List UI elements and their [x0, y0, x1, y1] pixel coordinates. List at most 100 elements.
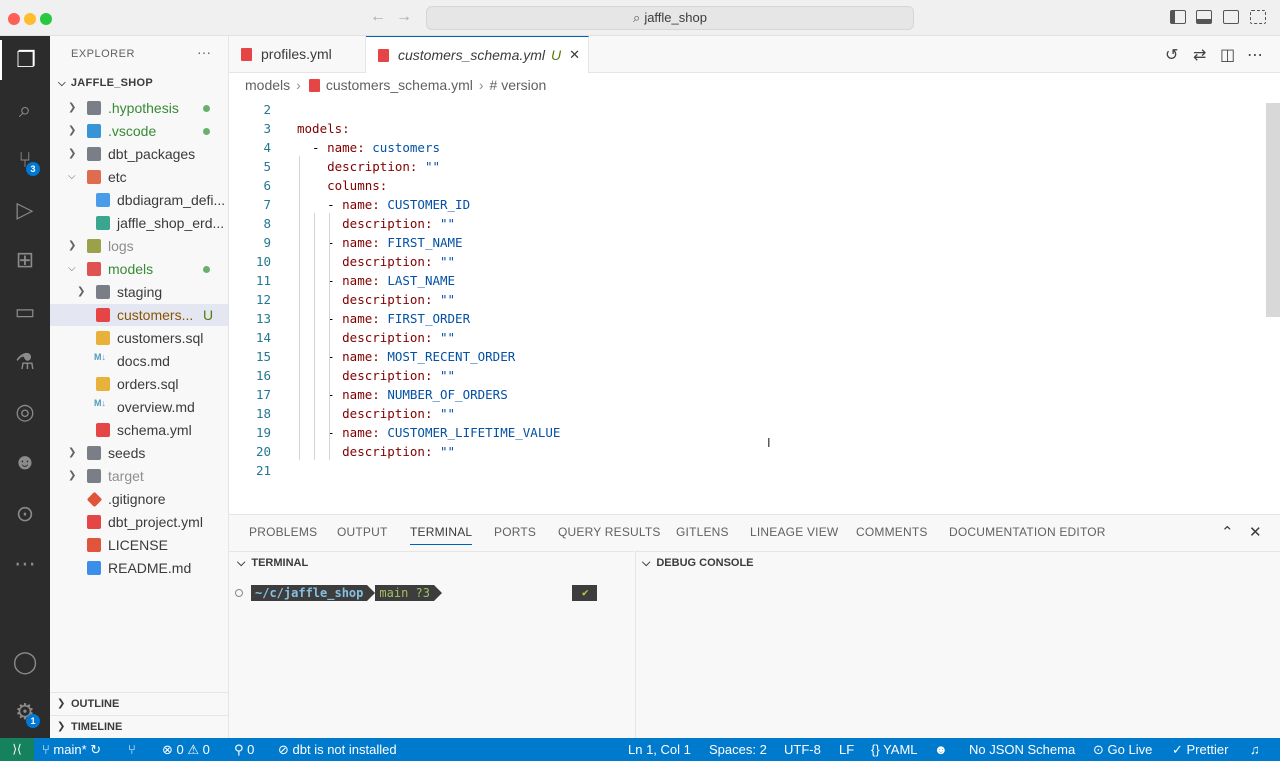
timeline-section[interactable]: ❯ TIMELINE: [50, 715, 228, 737]
root-folder[interactable]: ⌵ JAFFLE_SHOP: [58, 77, 153, 89]
tab-query-results[interactable]: QUERY RESULTS: [558, 525, 661, 539]
tree-item-dbdiagram[interactable]: dbdiagram_defi...: [50, 189, 228, 211]
debug-console-body[interactable]: [635, 573, 1280, 739]
terminal-prompt[interactable]: ~/c/jaffle_shop main ?3: [235, 585, 442, 601]
tab-comments[interactable]: COMMENTS: [856, 525, 928, 539]
breadcrumb-symbol[interactable]: # version: [490, 77, 547, 93]
editor-scrollbar[interactable]: [1266, 103, 1280, 317]
toggle-sidebar-icon[interactable]: [1170, 10, 1186, 24]
terminal-section-header[interactable]: ⌵ TERMINAL: [229, 551, 634, 573]
tab-output[interactable]: OUTPUT: [337, 525, 388, 539]
manage-gear-icon[interactable]: ⚙ 1: [0, 692, 50, 732]
yaml-value: "": [432, 368, 456, 383]
breadcrumb-folder[interactable]: models: [245, 77, 290, 93]
close-panel-icon[interactable]: ✕: [1249, 523, 1262, 541]
yaml-key: description:: [342, 406, 433, 421]
breadcrumb: models › customers_schema.yml › # version: [229, 73, 1280, 97]
git-graph-icon[interactable]: ⊙: [0, 494, 50, 534]
cursor-position[interactable]: Ln 1, Col 1: [628, 738, 691, 761]
tree-item-license[interactable]: LICENSE: [50, 534, 228, 556]
database-file-icon: [96, 377, 110, 391]
end-of-line[interactable]: LF: [839, 738, 854, 761]
remote-explorer-icon[interactable]: ▭: [0, 292, 50, 332]
tab-lineage-view[interactable]: LINEAGE VIEW: [750, 525, 838, 539]
notifications-bell-icon[interactable]: ♫: [1250, 738, 1260, 761]
outline-section[interactable]: ❯ OUTLINE: [50, 692, 228, 714]
tree-item-dbt-packages[interactable]: ❯ dbt_packages: [50, 143, 228, 165]
forward-arrow-icon[interactable]: →: [396, 8, 412, 26]
window-close-button[interactable]: [8, 13, 20, 25]
close-icon[interactable]: ✕: [569, 37, 580, 73]
toggle-secondary-sidebar-icon[interactable]: [1223, 10, 1239, 24]
search-activity-icon[interactable]: ⌕: [0, 90, 50, 130]
gitlens-icon[interactable]: ◎: [0, 392, 50, 432]
testing-icon[interactable]: ⚗: [0, 342, 50, 382]
tree-item-etc[interactable]: ⌵ etc: [50, 166, 228, 188]
tab-ports[interactable]: PORTS: [494, 525, 536, 539]
tree-item-models[interactable]: ⌵ models: [50, 258, 228, 280]
explorer-more-icon[interactable]: ···: [197, 44, 211, 60]
branch-indicator[interactable]: ⑂ main* ↻: [42, 738, 101, 761]
tree-item-erd[interactable]: jaffle_shop_erd...: [50, 212, 228, 234]
window-minimize-button[interactable]: [24, 13, 36, 25]
tree-item-readme[interactable]: README.md: [50, 557, 228, 579]
more-actions-icon[interactable]: ⋯: [1247, 45, 1263, 65]
copilot-status-icon[interactable]: ☻: [934, 738, 948, 761]
remote-indicator-icon[interactable]: ⟩⟨: [0, 738, 34, 761]
tab-documentation-editor[interactable]: DOCUMENTATION EDITOR: [949, 525, 1106, 539]
tree-item-target[interactable]: ❯ target: [50, 465, 228, 487]
indentation[interactable]: Spaces: 2: [709, 738, 767, 761]
tree-item-hypothesis[interactable]: ❯ .hypothesis: [50, 97, 228, 119]
chevron-right-icon: ❯: [68, 240, 77, 251]
json-schema[interactable]: No JSON Schema: [969, 738, 1075, 761]
go-live[interactable]: ⊙ Go Live: [1093, 738, 1152, 761]
timeline-history-icon[interactable]: ↺: [1165, 45, 1178, 65]
code-editor[interactable]: 2 3 models: 4 - name: customers 5 descriptio…: [229, 97, 1280, 514]
tab-profiles-yml[interactable]: profiles.yml: [229, 36, 366, 73]
more-views-icon[interactable]: ⋯: [0, 544, 50, 584]
tab-gitlens[interactable]: GITLENS: [676, 525, 729, 539]
source-control-icon[interactable]: ⑂ 3: [0, 140, 50, 180]
debug-console-header[interactable]: ⌵ DEBUG CONSOLE: [635, 551, 1280, 573]
language-mode[interactable]: {} YAML: [871, 738, 918, 761]
encoding[interactable]: UTF-8: [784, 738, 821, 761]
accounts-icon[interactable]: ◯: [0, 642, 50, 682]
breadcrumb-file[interactable]: customers_schema.yml: [326, 77, 473, 93]
tree-item-seeds[interactable]: ❯ seeds: [50, 442, 228, 464]
problems-indicator[interactable]: ⊗ 0 ⚠ 0: [162, 738, 210, 761]
command-center-search[interactable]: ⌕ jaffle_shop: [426, 6, 914, 30]
tab-label: customers_schema.yml: [398, 47, 546, 63]
tree-item-docs-md[interactable]: M↓ docs.md: [50, 350, 228, 372]
window-maximize-button[interactable]: [40, 13, 52, 25]
prettier[interactable]: ✓ Prettier: [1172, 738, 1228, 761]
dbt-status[interactable]: ⊘ dbt is not installed: [278, 738, 397, 761]
gitlens-launchpad-icon[interactable]: ⑂: [128, 738, 136, 761]
tab-customers-schema[interactable]: customers_schema.yml U ✕: [366, 36, 589, 73]
tree-item-schema-yml[interactable]: schema.yml: [50, 419, 228, 441]
extensions-icon[interactable]: ⊞: [0, 240, 50, 280]
tree-item-label: LICENSE: [108, 537, 168, 553]
ports-indicator[interactable]: ⚲ 0: [234, 738, 254, 761]
tree-item-staging[interactable]: ❯ staging: [50, 281, 228, 303]
explorer-icon[interactable]: ❐: [0, 40, 50, 80]
tree-item-vscode[interactable]: ❯ .vscode: [50, 120, 228, 142]
tree-item-logs[interactable]: ❯ logs: [50, 235, 228, 257]
tree-item-gitignore[interactable]: .gitignore: [50, 488, 228, 510]
tree-item-dbt-project[interactable]: dbt_project.yml: [50, 511, 228, 533]
tree-item-overview-md[interactable]: M↓ overview.md: [50, 396, 228, 418]
tab-label: profiles.yml: [261, 46, 332, 62]
back-arrow-icon[interactable]: ←: [370, 8, 386, 26]
customize-layout-icon[interactable]: [1250, 10, 1266, 24]
tab-problems[interactable]: PROBLEMS: [249, 525, 317, 539]
maximize-panel-icon[interactable]: ⌃: [1221, 523, 1234, 541]
split-editor-icon[interactable]: ◫: [1220, 45, 1235, 65]
tab-terminal[interactable]: TERMINAL: [410, 525, 473, 545]
compare-changes-icon[interactable]: ⇄: [1193, 45, 1206, 65]
copilot-icon[interactable]: ☻: [0, 442, 50, 482]
toggle-panel-icon[interactable]: [1196, 10, 1212, 24]
tree-item-customers-schema[interactable]: customers... U: [50, 304, 228, 326]
yaml-value: "": [432, 444, 456, 459]
tree-item-customers-sql[interactable]: customers.sql: [50, 327, 228, 349]
tree-item-orders-sql[interactable]: orders.sql: [50, 373, 228, 395]
run-debug-icon[interactable]: ▷: [0, 190, 50, 230]
